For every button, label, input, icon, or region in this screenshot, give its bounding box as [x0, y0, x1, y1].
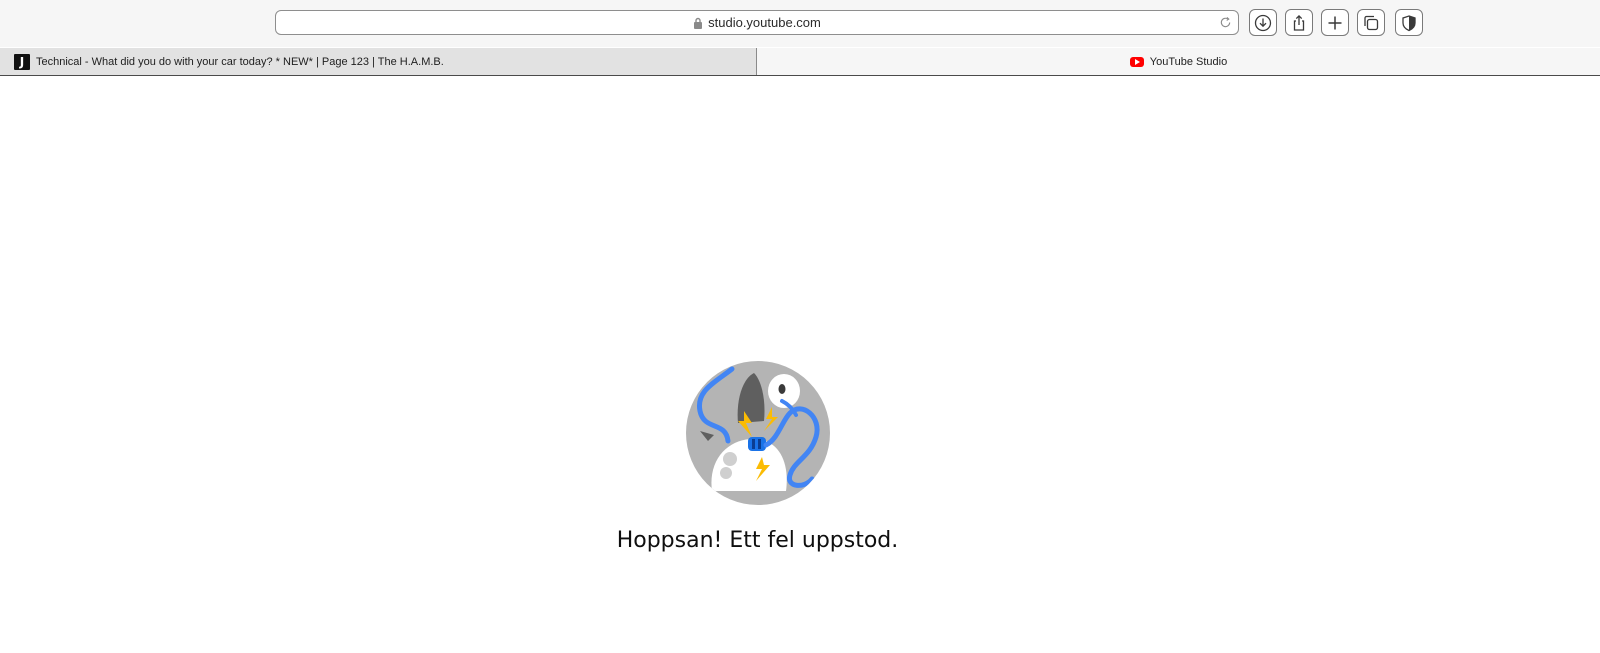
- browser-toolbar: studio.youtube.com: [0, 0, 1600, 47]
- share-icon: [1293, 14, 1305, 31]
- plus-icon: [1328, 16, 1342, 29]
- tab-overview-button[interactable]: [1357, 9, 1385, 36]
- new-tab-button[interactable]: [1321, 9, 1349, 36]
- tab-youtube-studio[interactable]: YouTube Studio: [757, 48, 1600, 75]
- error-message: Hoppsan! Ett fel uppstod.: [616, 528, 899, 553]
- tab-label: YouTube Studio: [1149, 55, 1228, 68]
- lock-icon: [694, 17, 703, 29]
- download-button[interactable]: [1249, 9, 1277, 36]
- error-dog-illustration: [686, 361, 830, 505]
- address-bar[interactable]: studio.youtube.com: [275, 10, 1239, 35]
- hamb-favicon-icon: J: [14, 53, 30, 70]
- privacy-report-button[interactable]: [1395, 9, 1423, 36]
- page-content: Hoppsan! Ett fel uppstod.: [0, 76, 1600, 653]
- tab-bar: J Technical - What did you do with your …: [0, 48, 1600, 76]
- share-button[interactable]: [1285, 9, 1313, 36]
- url-text: studio.youtube.com: [708, 15, 821, 30]
- tab-hamb[interactable]: J Technical - What did you do with your …: [0, 48, 757, 75]
- youtube-icon: [1129, 56, 1144, 67]
- tab-overview-icon: [1364, 15, 1379, 30]
- reload-icon[interactable]: [1219, 16, 1232, 29]
- shield-icon: [1402, 14, 1416, 31]
- download-icon: [1254, 14, 1272, 31]
- tab-label: Technical - What did you do with your ca…: [36, 55, 444, 68]
